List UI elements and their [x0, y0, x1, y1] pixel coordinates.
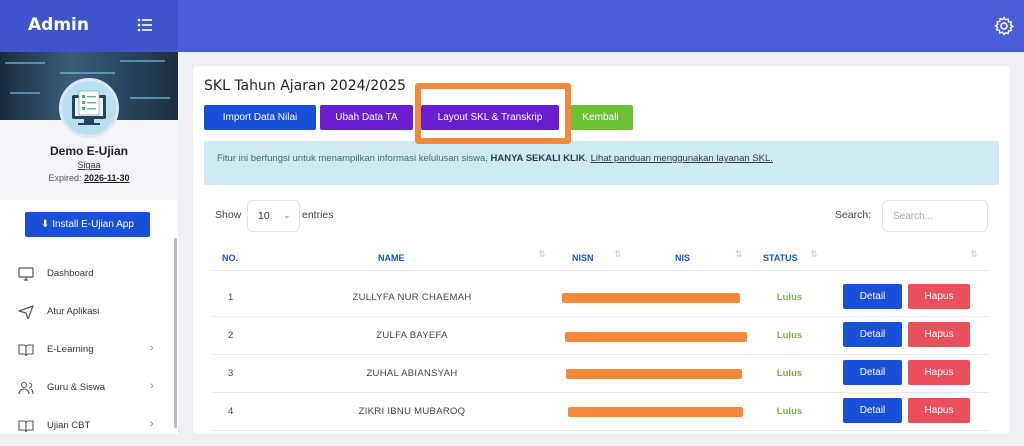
sidebar-item-atur-aplikasi[interactable]: Atur Aplikasi [0, 294, 178, 332]
entries-select[interactable]: 10 ⌄ [247, 200, 300, 232]
ubah-data-ta-button[interactable]: Ubah Data TA [320, 105, 413, 130]
sidebar-item-label: Ujian CBT [47, 420, 91, 431]
avatar [59, 78, 119, 138]
users-icon [18, 381, 34, 395]
info-alert: Fitur ini berfungsi untuk menampilkan in… [204, 141, 999, 185]
search-input[interactable] [882, 200, 988, 232]
table-row: 2 ZULFA BAYEFA Lulus Detail Hapus [212, 317, 989, 355]
detail-button[interactable]: Detail [843, 398, 902, 423]
row-status: Lulus [776, 292, 803, 303]
redaction-mark [562, 293, 740, 303]
sort-icon[interactable]: ⇅ [735, 249, 743, 260]
hapus-button[interactable]: Hapus [908, 398, 970, 423]
skl-card: SKL Tahun Ajaran 2024/2025 Import Data N… [193, 66, 1010, 434]
row-status: Lulus [776, 330, 803, 341]
table-row: 3 ZUHAL ABIANSYAH Lulus Detail Hapus [212, 355, 989, 393]
sort-icon[interactable]: ⇅ [970, 249, 978, 260]
sidebar-item-label: Guru & Siswa [47, 382, 106, 393]
chevron-right-icon: › [150, 342, 154, 354]
top-navbar: Admin [0, 0, 1024, 52]
download-icon: ⬇ [41, 219, 50, 230]
detail-button[interactable]: Detail [843, 360, 902, 385]
sidebar-nav: Dashboard Atur Aplikasi E-Learning › Gur… [0, 256, 178, 446]
expired-label: Expired: [48, 173, 82, 183]
book-open-icon [18, 420, 34, 433]
alert-text: Fitur ini berfungsi untuk menampilkan in… [217, 153, 488, 164]
row-status: Lulus [776, 368, 803, 379]
sidebar-item-guru-siswa[interactable]: Guru & Siswa › [0, 370, 178, 408]
sidebar-item-label: Atur Aplikasi [47, 306, 100, 317]
redaction-mark [565, 332, 747, 342]
redaction-mark [566, 369, 742, 379]
monitor-icon [18, 267, 34, 281]
row-name: ZUHAL ABIANSYAH [366, 368, 458, 379]
show-label: Show [215, 209, 242, 221]
row-name: ZULLYFA NUR CHAEMAH [352, 292, 472, 303]
profile-school-link[interactable]: Sigaa [0, 160, 178, 170]
kembali-button[interactable]: Kembali [568, 105, 633, 130]
profile-expiry: Expired: 2026-11-30 [0, 173, 178, 183]
sidebar-item-dashboard[interactable]: Dashboard [0, 256, 178, 294]
book-icon [18, 344, 34, 357]
sidebar-item-ujian-cbt[interactable]: Ujian CBT › [0, 408, 178, 446]
sidebar-scrollbar[interactable] [174, 238, 177, 428]
import-data-nilai-button[interactable]: Import Data Nilai [204, 105, 316, 130]
alert-bold-text: HANYA SEKALI KLIK [490, 153, 586, 164]
settings-gear-icon[interactable] [994, 16, 1014, 36]
hapus-button[interactable]: Hapus [908, 322, 970, 347]
entries-label: entries [302, 209, 334, 221]
sidebar-item-label: E-Learning [47, 344, 94, 355]
sidebar: Demo E-Ujian Sigaa Expired: 2026-11-30 ⬇… [0, 52, 178, 434]
computer-test-icon [72, 90, 106, 125]
sort-icon[interactable]: ⇅ [810, 249, 818, 260]
col-no[interactable]: NO. [222, 253, 238, 263]
table-row: 1 ZULLYFA NUR CHAEMAH Lulus Detail Hapus [212, 279, 989, 317]
sort-icon[interactable]: ⇅ [538, 249, 546, 260]
highlight-box [415, 83, 571, 144]
col-nisn[interactable]: NISN [572, 253, 594, 263]
page-title: SKL Tahun Ajaran 2024/2025 [204, 78, 406, 94]
row-status: Lulus [776, 406, 803, 417]
install-app-label: Install E-Ujian App [52, 219, 134, 230]
row-name: ZULFA BAYEFA [376, 330, 448, 341]
expired-date: 2026-11-30 [84, 173, 130, 183]
redaction-mark [568, 407, 743, 417]
chevron-right-icon: › [150, 418, 154, 430]
send-icon [18, 305, 34, 319]
detail-button[interactable]: Detail [843, 322, 902, 347]
hapus-button[interactable]: Hapus [908, 284, 970, 309]
search-label: Search: [835, 209, 872, 221]
hapus-button[interactable]: Hapus [908, 360, 970, 385]
row-name: ZIKRI IBNU MUBAROQ [358, 406, 466, 417]
table-row: 4 ZIKRI IBNU MUBAROQ Lulus Detail Hapus [212, 393, 989, 431]
sort-icon[interactable]: ⇅ [614, 249, 622, 260]
table-header: NO. NAME ⇅ NISN ⇅ NIS ⇅ STATUS ⇅ ⇅ [212, 244, 989, 271]
entries-value: 10 [258, 210, 270, 222]
install-app-button[interactable]: ⬇ Install E-Ujian App [25, 212, 150, 237]
row-no: 4 [228, 406, 234, 417]
col-nis[interactable]: NIS [675, 253, 690, 263]
profile-name: Demo E-Ujian [49, 144, 128, 158]
row-no: 1 [228, 292, 234, 303]
row-no: 3 [228, 368, 234, 379]
sidebar-item-e-learning[interactable]: E-Learning › [0, 332, 178, 370]
chevron-down-icon: ⌄ [282, 210, 291, 221]
chevron-right-icon: › [150, 380, 154, 392]
alert-guide-link[interactable]: Lihat panduan menggunakan layanan SKL. [591, 153, 773, 164]
menu-toggle-icon[interactable] [136, 16, 154, 34]
col-status[interactable]: STATUS [763, 253, 798, 263]
sidebar-item-label: Dashboard [47, 268, 94, 279]
col-name[interactable]: NAME [378, 253, 405, 263]
row-no: 2 [228, 330, 234, 341]
detail-button[interactable]: Detail [843, 284, 902, 309]
